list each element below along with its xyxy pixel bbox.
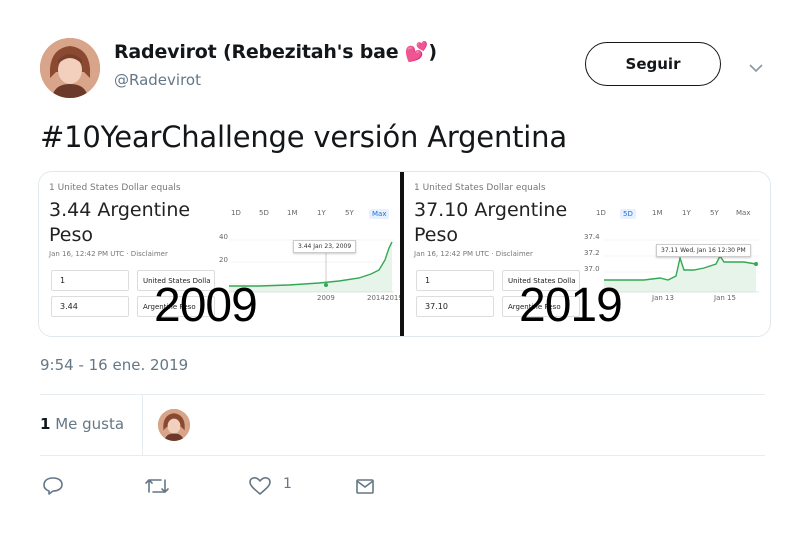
- year-overlay: 2019: [519, 279, 623, 332]
- chart-tooltip: 37.11 Wed, Jan 16 12:30 PM: [656, 244, 751, 257]
- converter-header: 1 United States Dollar equals: [414, 183, 546, 193]
- x-tick: Jan 15: [714, 294, 736, 302]
- result-input: 37.10: [416, 296, 494, 317]
- likes-count[interactable]: 1 Me gusta: [40, 415, 124, 433]
- year-overlay: 2009: [154, 279, 258, 332]
- message-icon[interactable]: [355, 476, 375, 500]
- range-5y: 5Y: [710, 209, 719, 217]
- converter-value: 37.10 Argentine Peso: [414, 199, 568, 246]
- chevron-down-icon[interactable]: [748, 58, 764, 77]
- amount-input: 1: [416, 270, 494, 291]
- chart-tooltip: 3.44 Jan 23, 2009: [293, 240, 357, 253]
- retweet-icon[interactable]: [144, 476, 170, 500]
- reply-icon[interactable]: [42, 476, 64, 500]
- follow-button[interactable]: Seguir: [585, 42, 721, 86]
- liker-avatar[interactable]: [158, 409, 190, 441]
- range-1y: 1Y: [317, 209, 326, 217]
- converter-date: Jan 16, 12:42 PM UTC · Disclaimer: [49, 250, 168, 258]
- y-tick: 40: [219, 233, 228, 241]
- range-1y: 1Y: [682, 209, 691, 217]
- like-count: 1: [283, 476, 292, 492]
- converter-header: 1 United States Dollar equals: [49, 183, 181, 193]
- x-tick: 2009: [317, 294, 335, 302]
- y-tick: 37.2: [584, 249, 600, 257]
- range-max: Max: [369, 209, 390, 219]
- divider: [40, 394, 765, 395]
- panel-2019: 1 United States Dollar equals 37.10 Arge…: [404, 172, 765, 336]
- heart-icon[interactable]: [248, 476, 272, 500]
- author-avatar[interactable]: [40, 38, 100, 98]
- tweet-text: #10YearChallenge versión Argentina: [40, 120, 567, 154]
- panel-2009: 1 United States Dollar equals 3.44 Argen…: [39, 172, 403, 336]
- tweet-timestamp[interactable]: 9:54 - 16 ene. 2019: [40, 356, 188, 374]
- y-tick: 37.0: [584, 265, 600, 273]
- range-1m: 1M: [652, 209, 663, 217]
- heart-emoji: 💕: [404, 41, 429, 63]
- range-1d: 1D: [596, 209, 606, 217]
- range-max: Max: [736, 209, 751, 217]
- range-1d: 1D: [231, 209, 241, 217]
- y-tick: 37.4: [584, 233, 600, 241]
- x-tick: 2014: [367, 294, 385, 302]
- range-1m: 1M: [287, 209, 298, 217]
- author-name[interactable]: Radevirot (Rebezitah's bae 💕): [114, 40, 437, 63]
- range-5y: 5Y: [345, 209, 354, 217]
- result-input: 3.44: [51, 296, 129, 317]
- x-tick: Jan 13: [652, 294, 674, 302]
- likes-divider: [142, 395, 143, 455]
- converter-date: Jan 16, 12:42 PM UTC · Disclaimer: [414, 250, 533, 258]
- converter-value: 3.44 Argentine Peso: [49, 199, 191, 246]
- amount-input: 1: [51, 270, 129, 291]
- tweet-image[interactable]: 1 United States Dollar equals 3.44 Argen…: [38, 171, 771, 337]
- range-5d: 5D: [259, 209, 269, 217]
- y-tick: 20: [219, 256, 228, 264]
- author-handle[interactable]: @Radevirot: [114, 71, 201, 89]
- range-5d: 5D: [620, 209, 636, 219]
- divider: [40, 455, 765, 456]
